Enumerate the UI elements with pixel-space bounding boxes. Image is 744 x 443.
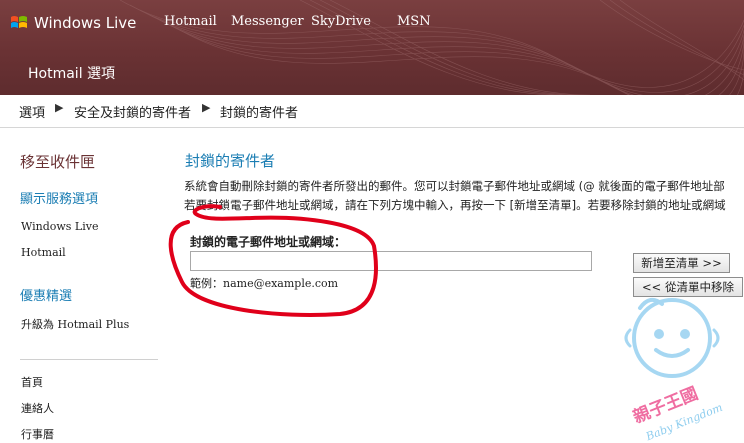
sidebar-item-calendar[interactable]: 行事曆 [21,426,54,442]
blocked-address-input[interactable] [190,251,592,271]
breadcrumb-arrow-icon: ▶ [202,101,211,114]
breadcrumb-options[interactable]: 選項 [19,102,45,121]
sidebar-item-contacts[interactable]: 連絡人 [21,400,54,416]
description-line-2: 若要封鎖電子郵件地址或網域，請在下列方塊中輸入，再按一下 [新增至清單]。若要移… [184,198,726,212]
nav-hotmail[interactable]: Hotmail [164,14,217,29]
example-hint: 範例：name@example.com [190,277,339,290]
sidebar-item-home[interactable]: 首頁 [21,374,43,390]
add-to-list-button[interactable]: 新增至清單 >> [633,253,730,273]
sidebar-item-hotmail[interactable]: Hotmail [21,246,66,259]
description-line-1: 系統會自動刪除封鎖的寄件者所發出的郵件。您可以封鎖電子郵件地址或網域 (@ 就後… [184,179,725,193]
sidebar-heading-services[interactable]: 顯示服務選項 [20,188,98,207]
page-title: Hotmail 選項 [28,66,116,82]
sidebar-item-windows-live[interactable]: Windows Live [21,220,98,233]
windows-live-logo[interactable]: Windows Live [10,12,136,34]
sidebar-heading-offers[interactable]: 優惠精選 [20,285,72,304]
nav-messenger[interactable]: Messenger [231,14,304,29]
breadcrumb-security[interactable]: 安全及封鎖的寄件者 [74,102,191,121]
baby-kingdom-watermark: 親子王國 Baby Kingdom [624,297,724,443]
nav-skydrive[interactable]: SkyDrive [311,14,371,29]
go-to-inbox-link[interactable]: 移至收件匣 [20,151,95,172]
section-title: 封鎖的寄件者 [185,152,276,170]
nav-msn[interactable]: MSN [397,14,431,29]
blocked-address-label: 封鎖的電子郵件地址或網域： [190,235,347,249]
breadcrumb-current: 封鎖的寄件者 [220,106,299,121]
sidebar-item-upgrade[interactable]: 升級為 Hotmail Plus [21,316,129,332]
sidebar-divider [20,359,158,360]
brand-name: Windows Live [34,14,137,32]
breadcrumb-arrow-icon: ▶ [55,101,64,114]
windows-flag-icon [11,16,27,28]
